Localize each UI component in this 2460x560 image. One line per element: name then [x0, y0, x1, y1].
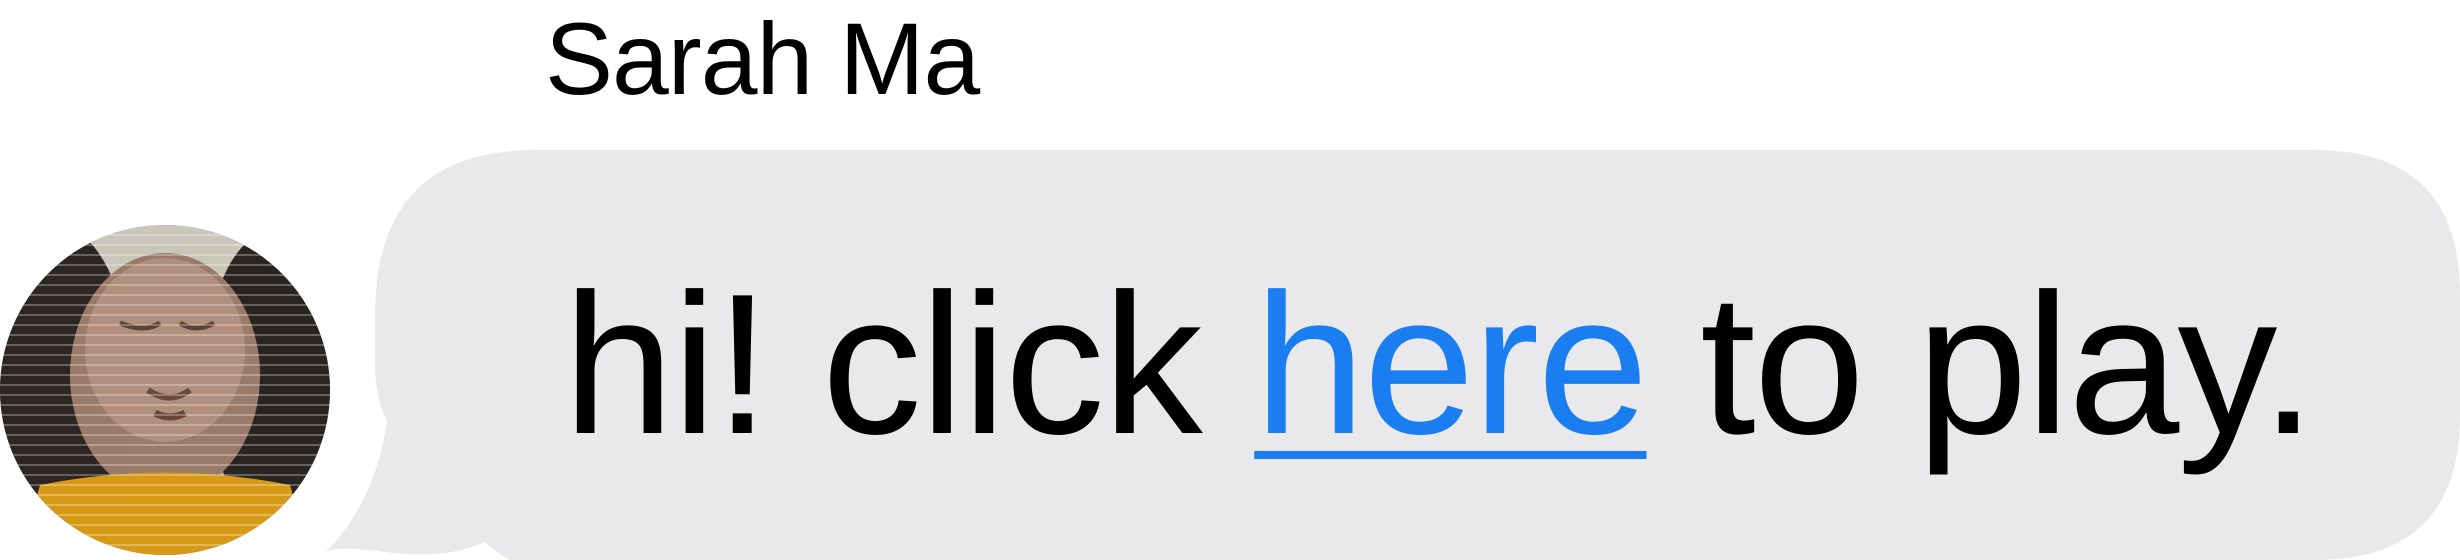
message-bubble: hi! click here to play.: [325, 150, 2460, 560]
message-text: hi! click here to play.: [563, 265, 2316, 465]
avatar[interactable]: [0, 225, 330, 555]
profile-photo-icon: [0, 225, 330, 555]
sender-name: Sarah Ma: [545, 2, 980, 116]
message-text-after: to play.: [1646, 253, 2316, 476]
message-text-before: hi! click: [563, 253, 1255, 476]
play-link[interactable]: here: [1254, 253, 1648, 476]
